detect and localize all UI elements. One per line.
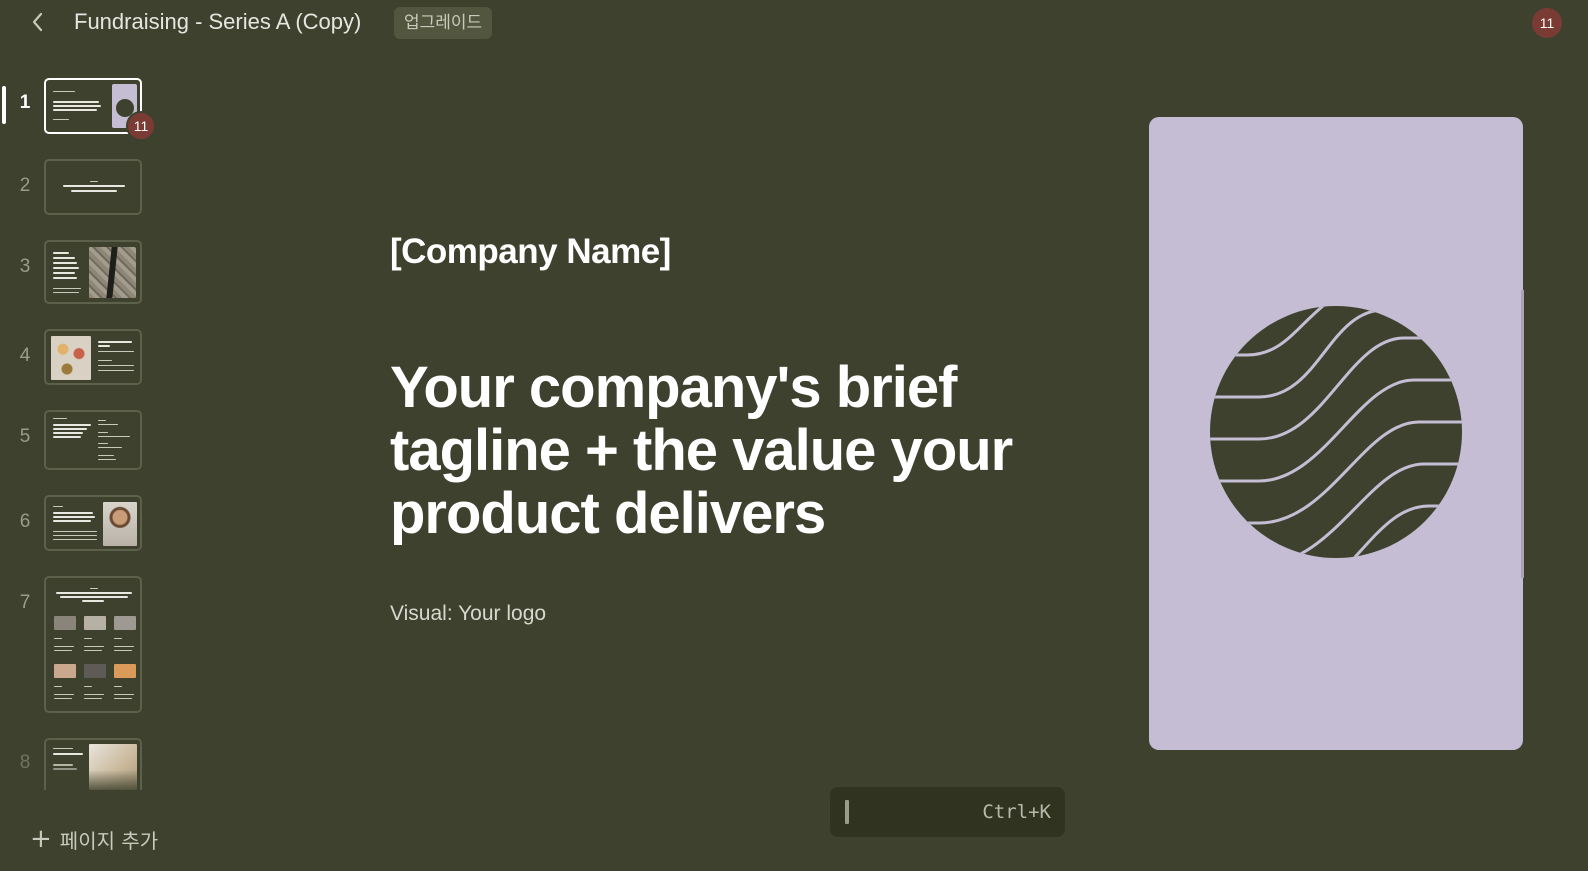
page-thumbnail[interactable] xyxy=(44,240,142,304)
wave-globe-logo xyxy=(1210,306,1462,558)
logo-card[interactable] xyxy=(1149,117,1523,750)
page-number: 8 xyxy=(19,752,31,773)
page-number: 4 xyxy=(19,345,31,366)
page-number: 3 xyxy=(19,256,31,277)
page-number: 6 xyxy=(19,511,31,532)
top-bar: Fundraising - Series A (Copy) 업그레이드 11 xyxy=(0,0,1588,44)
active-page-indicator xyxy=(2,86,6,124)
page-number: 5 xyxy=(19,426,31,447)
page-thumbnail[interactable] xyxy=(44,159,142,215)
add-page-label: 페이지 추가 xyxy=(59,828,159,853)
plus-icon: + xyxy=(30,824,52,854)
back-button[interactable] xyxy=(26,8,50,36)
page-thumbnail[interactable] xyxy=(44,410,142,470)
visual-note-text[interactable]: Visual: Your logo xyxy=(390,602,546,626)
text-cursor xyxy=(845,800,849,824)
page-thumbnail[interactable] xyxy=(44,329,142,385)
user-avatar[interactable]: 11 xyxy=(1532,8,1562,38)
upgrade-button[interactable]: 업그레이드 xyxy=(394,7,493,39)
chevron-left-icon xyxy=(32,12,43,32)
card-resize-edge[interactable] xyxy=(1521,290,1524,578)
thumbnail-user-badge: 11 xyxy=(126,111,156,141)
page-thumbnail[interactable] xyxy=(44,576,142,713)
page-thumbnail[interactable] xyxy=(44,738,142,790)
page-number: 1 xyxy=(19,92,31,113)
add-page-button[interactable]: + 페이지 추가 xyxy=(30,824,158,854)
page-thumbnail[interactable] xyxy=(44,495,142,551)
page-number: 2 xyxy=(19,175,31,196)
tagline-heading[interactable]: Your company's brief tagline + the value… xyxy=(390,356,1030,545)
page-number: 7 xyxy=(19,592,31,613)
document-title[interactable]: Fundraising - Series A (Copy) xyxy=(74,9,361,35)
command-input[interactable]: Ctrl+K xyxy=(830,787,1065,837)
shortcut-hint: Ctrl+K xyxy=(982,801,1051,823)
company-name-heading[interactable]: [Company Name] xyxy=(390,232,671,272)
